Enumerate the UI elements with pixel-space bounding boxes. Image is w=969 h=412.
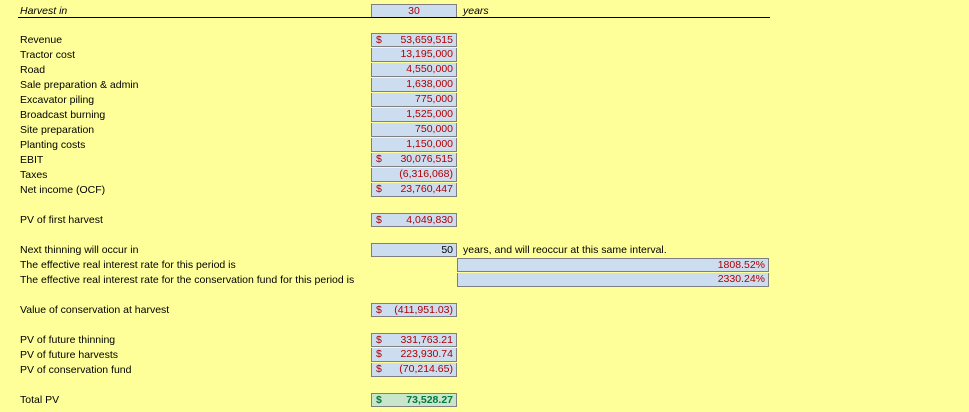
currency-symbol: $ <box>376 363 382 375</box>
cashflow-row-label: Taxes <box>20 169 48 181</box>
cashflow-row-cell[interactable]: 4,550,000 <box>371 63 457 77</box>
cashflow-row: Sale preparation & admin 1,638,000 <box>0 78 969 93</box>
cashflow-row: Tractor cost 13,195,000 <box>0 48 969 63</box>
rate1-cell[interactable]: 1808.52% <box>457 258 769 272</box>
future-row-label: PV of future harvests <box>20 349 119 361</box>
cashflow-row-label: Revenue <box>20 34 63 46</box>
conservation-value: (411,951.03) <box>394 304 453 316</box>
rate2-value: 2330.24% <box>717 273 765 285</box>
conservation-row: Value of conservation at harvest $ (411,… <box>0 303 969 318</box>
currency-symbol: $ <box>376 334 382 346</box>
thinning-label: Next thinning will occur in <box>20 244 139 256</box>
cashflow-row-value: 750,000 <box>415 123 453 135</box>
thinning-years-cell[interactable]: 50 <box>371 243 457 257</box>
cashflow-row: Broadcast burning 1,525,000 <box>0 108 969 123</box>
cashflow-row-label: Net income (OCF) <box>20 184 106 196</box>
cashflow-row-value: 1,638,000 <box>406 78 453 90</box>
pv-first-value: 4,049,830 <box>406 214 453 226</box>
future-row: PV of future harvests $223,930.74 <box>0 348 969 363</box>
cashflow-row: Taxes (6,316,068) <box>0 168 969 183</box>
future-row: PV of conservation fund $ (70,214.65) <box>0 363 969 378</box>
currency-symbol: $ <box>376 34 382 46</box>
cashflow-row-cell[interactable]: 775,000 <box>371 93 457 107</box>
cashflow-row-cell[interactable]: $30,076,515 <box>371 153 457 167</box>
cashflow-row-label: Broadcast burning <box>20 109 106 121</box>
future-row-cell[interactable]: $331,763.21 <box>371 333 457 347</box>
thinning-after-text: years, and will reoccur at this same int… <box>463 244 667 256</box>
cashflow-row-cell[interactable]: 1,150,000 <box>371 138 457 152</box>
cashflow-row: Net income (OCF) $23,760,447 <box>0 183 969 198</box>
currency-symbol: $ <box>376 153 382 165</box>
cashflow-row-value: 23,760,447 <box>400 183 453 195</box>
thinning-row: Next thinning will occur in 50 years, an… <box>0 243 969 258</box>
cashflow-row-value: 13,195,000 <box>400 48 453 60</box>
harvest-years-cell[interactable]: 30 <box>371 4 457 18</box>
future-row-label: PV of conservation fund <box>20 364 132 376</box>
cashflow-row-cell[interactable]: 750,000 <box>371 123 457 137</box>
total-row: Total PV $ 73,528.27 <box>0 393 969 408</box>
cashflow-row: Revenue $53,659,515 <box>0 33 969 48</box>
cashflow-row-value: 1,150,000 <box>406 138 453 150</box>
rate2-row: The effective real interest rate for the… <box>0 273 969 288</box>
cashflow-row: Planting costs 1,150,000 <box>0 138 969 153</box>
cashflow-row-value: 53,659,515 <box>400 34 453 46</box>
pv-first-label: PV of first harvest <box>20 214 103 226</box>
cashflow-row-cell[interactable]: $23,760,447 <box>371 183 457 197</box>
total-cell[interactable]: $ 73,528.27 <box>371 393 457 407</box>
cashflow-row-cell[interactable]: 13,195,000 <box>371 48 457 62</box>
cashflow-row-value: 30,076,515 <box>400 153 453 165</box>
pv-first-row: PV of first harvest $ 4,049,830 <box>0 213 969 228</box>
future-row-cell[interactable]: $223,930.74 <box>371 348 457 362</box>
future-row-value: (70,214.65) <box>399 363 453 375</box>
rate1-row: The effective real interest rate for thi… <box>0 258 969 273</box>
thinning-years-value: 50 <box>441 244 453 256</box>
currency-symbol: $ <box>376 348 382 360</box>
header-underline <box>18 17 770 18</box>
future-row: PV of future thinning $331,763.21 <box>0 333 969 348</box>
cashflow-row-value: 4,550,000 <box>406 63 453 75</box>
future-row-cell[interactable]: $ (70,214.65) <box>371 363 457 377</box>
conservation-cell[interactable]: $ (411,951.03) <box>371 303 457 317</box>
cashflow-row-value: (6,316,068) <box>399 168 453 180</box>
cashflow-row: Excavator piling 775,000 <box>0 93 969 108</box>
future-row-value: 223,930.74 <box>400 348 453 360</box>
currency-symbol: $ <box>376 183 382 195</box>
cashflow-row: Site preparation 750,000 <box>0 123 969 138</box>
cashflow-row: Road 4,550,000 <box>0 63 969 78</box>
cashflow-row-cell[interactable]: 1,638,000 <box>371 78 457 92</box>
rate1-label: The effective real interest rate for thi… <box>20 259 236 271</box>
cashflow-row-cell[interactable]: 1,525,000 <box>371 108 457 122</box>
cashflow-row-label: EBIT <box>20 154 44 166</box>
future-row-value: 331,763.21 <box>400 334 453 346</box>
cashflow-row-label: Road <box>20 64 46 76</box>
cashflow-row-label: Site preparation <box>20 124 95 136</box>
cashflow-row-cell[interactable]: $53,659,515 <box>371 33 457 47</box>
rate1-value: 1808.52% <box>717 259 765 271</box>
cashflow-row-value: 775,000 <box>415 93 453 105</box>
cashflow-row: EBIT $30,076,515 <box>0 153 969 168</box>
cashflow-row-value: 1,525,000 <box>406 108 453 120</box>
conservation-label: Value of conservation at harvest <box>20 304 170 316</box>
pv-first-cell[interactable]: $ 4,049,830 <box>371 213 457 227</box>
cashflow-row-label: Planting costs <box>20 139 86 151</box>
cashflow-row-cell[interactable]: (6,316,068) <box>371 168 457 182</box>
cashflow-row-label: Sale preparation & admin <box>20 79 139 91</box>
rate2-label: The effective real interest rate for the… <box>20 274 355 286</box>
total-label: Total PV <box>20 394 60 406</box>
currency-symbol: $ <box>376 214 382 226</box>
cashflow-row-label: Tractor cost <box>20 49 76 61</box>
cashflow-row-label: Excavator piling <box>20 94 95 106</box>
rate2-cell[interactable]: 2330.24% <box>457 273 769 287</box>
currency-symbol: $ <box>376 394 382 406</box>
future-row-label: PV of future thinning <box>20 334 116 346</box>
harvest-years-value: 30 <box>408 5 420 17</box>
total-value: 73,528.27 <box>406 394 453 406</box>
currency-symbol: $ <box>376 304 382 316</box>
